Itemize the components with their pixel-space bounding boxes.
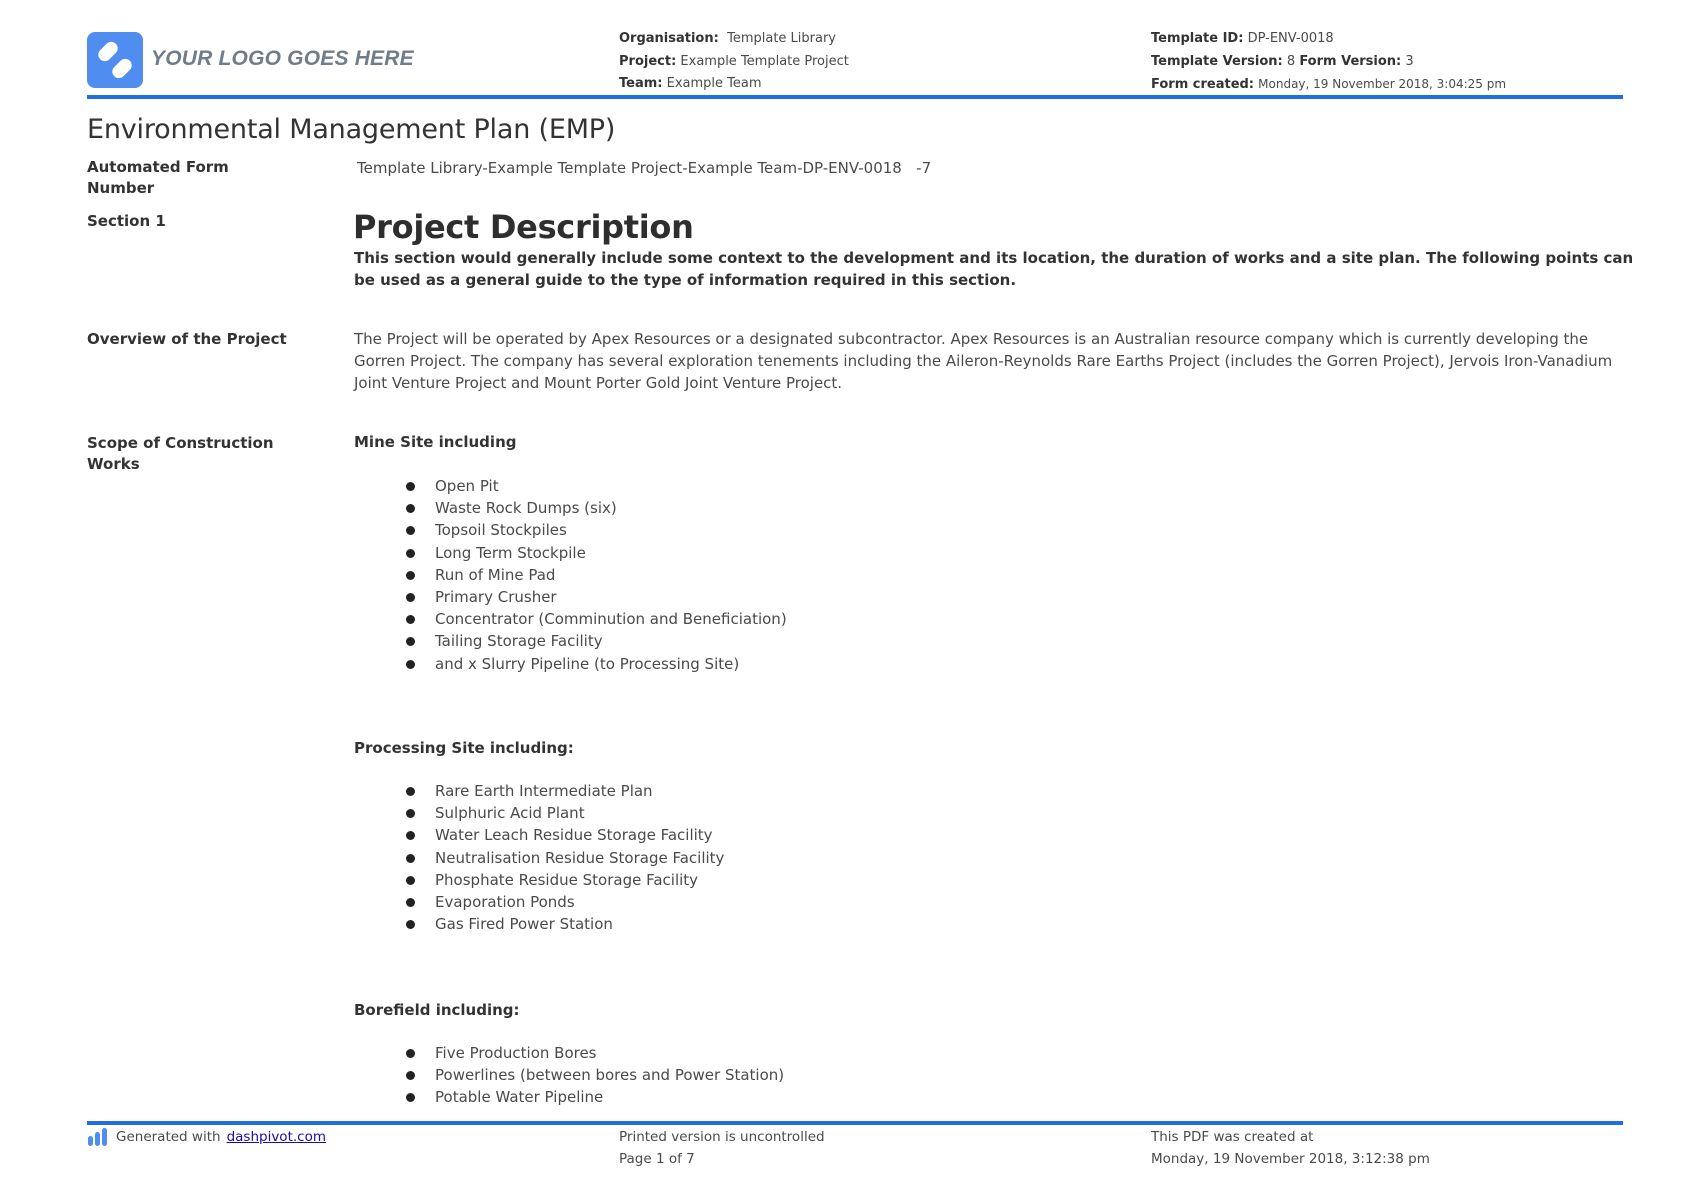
footer-divider	[87, 1121, 1623, 1125]
pdf-created-label: This PDF was created at	[1151, 1129, 1314, 1145]
template-id-label: Template ID:	[1151, 31, 1244, 46]
bullet-icon	[406, 853, 415, 863]
bullet-icon	[406, 809, 415, 819]
list-item: Rare Earth Intermediate Plan	[406, 780, 724, 802]
list-item: Phosphate Residue Storage Facility	[406, 869, 724, 891]
processing-site-heading: Processing Site including:	[354, 739, 574, 757]
template-id-value: DP-ENV-0018	[1247, 31, 1334, 46]
processing-site-list: Rare Earth Intermediate Plan Sulphuric A…	[406, 780, 724, 935]
project-label: Project:	[619, 53, 677, 69]
header-org-info: Organisation: Template Library Project: …	[619, 28, 849, 96]
bullet-icon	[406, 570, 415, 580]
list-item: Sulphuric Acid Plant	[406, 802, 724, 824]
bullet-icon	[406, 504, 415, 514]
list-item: Waste Rock Dumps (six)	[406, 497, 787, 519]
template-version-label: Template Version:	[1151, 53, 1283, 69]
document-title: Environmental Management Plan (EMP)	[87, 114, 616, 145]
overview-text: The Project will be operated by Apex Res…	[354, 330, 1613, 392]
automated-form-number-value: Template Library-Example Template Projec…	[357, 159, 932, 177]
page-number: Page 1 of 7	[619, 1151, 695, 1167]
list-item: Run of Mine Pad	[406, 564, 787, 586]
team-value: Example Team	[666, 76, 762, 91]
logo-icon	[98, 41, 132, 79]
bullet-icon	[406, 526, 415, 536]
section-label: Section 1	[87, 212, 166, 230]
list-item: Five Production Bores	[406, 1042, 784, 1064]
dashpivot-bars-icon	[88, 1128, 110, 1146]
list-item: Potable Water Pipeline	[406, 1086, 784, 1108]
form-created-row: Form created: Monday, 19 November 2018, …	[1151, 73, 1506, 97]
borefield-list: Five Production Bores Powerlines (betwee…	[406, 1042, 784, 1109]
pdf-created-value: Monday, 19 November 2018, 3:12:38 pm	[1151, 1151, 1430, 1167]
bullet-icon	[406, 1049, 415, 1058]
project-row: Project: Example Template Project	[619, 51, 849, 74]
list-item: Primary Crusher	[406, 586, 787, 608]
bullet-icon	[406, 615, 415, 625]
footer-generated: Generated with dashpivot.com	[88, 1126, 326, 1148]
bullet-icon	[406, 1071, 415, 1081]
list-item: Neutralisation Residue Storage Facility	[406, 847, 724, 869]
list-item: Topsoil Stockpiles	[406, 519, 787, 541]
header-divider	[87, 95, 1623, 99]
borefield-heading: Borefield including:	[354, 1001, 520, 1019]
organisation-value: Template Library	[727, 31, 837, 46]
automated-form-number-label: Automated Form Number	[87, 158, 229, 197]
list-item: Tailing Storage Facility	[406, 630, 787, 652]
bullet-icon	[406, 920, 415, 930]
section-intro: This section would generally include som…	[354, 249, 1634, 289]
team-row: Team: Example Team	[619, 73, 849, 96]
mine-site-list: Open Pit Waste Rock Dumps (six) Topsoil …	[406, 475, 787, 675]
uncontrolled-notice: Printed version is uncontrolled	[619, 1129, 825, 1145]
footer-print-info: Printed version is uncontrolled Page 1 o…	[619, 1126, 825, 1170]
list-item: Powerlines (between bores and Power Stat…	[406, 1064, 784, 1086]
bullet-icon	[406, 637, 415, 647]
list-item: Evaporation Ponds	[406, 891, 724, 913]
form-created-value: Monday, 19 November 2018, 3:04:25 pm	[1258, 77, 1507, 91]
bullet-icon	[406, 548, 415, 558]
template-version-value: 8	[1286, 53, 1296, 69]
footer-pdf-info: This PDF was created at Monday, 19 Novem…	[1151, 1126, 1430, 1170]
template-id-row: Template ID: DP-ENV-0018	[1151, 28, 1506, 51]
team-label: Team:	[619, 76, 663, 91]
bullet-icon	[406, 898, 415, 908]
form-version-label: Form Version:	[1299, 53, 1402, 69]
list-item: Open Pit	[406, 475, 787, 497]
version-row: Template Version: 8 Form Version: 3	[1151, 51, 1506, 74]
scope-label: Scope of Construction Works	[87, 434, 274, 473]
mine-site-heading: Mine Site including	[354, 433, 517, 451]
header-template-info: Template ID: DP-ENV-0018 Template Versio…	[1151, 28, 1506, 97]
list-item: Water Leach Residue Storage Facility	[406, 824, 724, 846]
list-item: Concentrator (Comminution and Beneficiat…	[406, 608, 787, 630]
list-item: and x Slurry Pipeline (to Processing Sit…	[406, 653, 787, 675]
bullet-icon	[406, 787, 415, 796]
form-version-value: 3	[1405, 53, 1414, 69]
list-item: Gas Fired Power Station	[406, 913, 724, 935]
bullet-icon	[406, 831, 415, 841]
company-logo	[87, 32, 143, 88]
bullet-icon	[406, 875, 415, 885]
generated-with-text: Generated with	[116, 1129, 221, 1145]
logo-placeholder-text: YOUR LOGO GOES HERE	[151, 47, 414, 70]
section-heading: Project Description	[353, 208, 694, 246]
overview-label: Overview of the Project	[87, 330, 287, 348]
list-item: Long Term Stockpile	[406, 542, 787, 564]
dashpivot-link[interactable]: dashpivot.com	[227, 1126, 326, 1148]
bullet-icon	[406, 1093, 415, 1103]
form-created-label: Form created:	[1151, 77, 1255, 92]
project-value: Example Template Project	[680, 53, 849, 69]
bullet-icon	[406, 593, 415, 603]
organisation-row: Organisation: Template Library	[619, 28, 849, 51]
bullet-icon	[406, 659, 415, 669]
organisation-label: Organisation:	[619, 31, 719, 46]
bullet-icon	[406, 482, 415, 491]
